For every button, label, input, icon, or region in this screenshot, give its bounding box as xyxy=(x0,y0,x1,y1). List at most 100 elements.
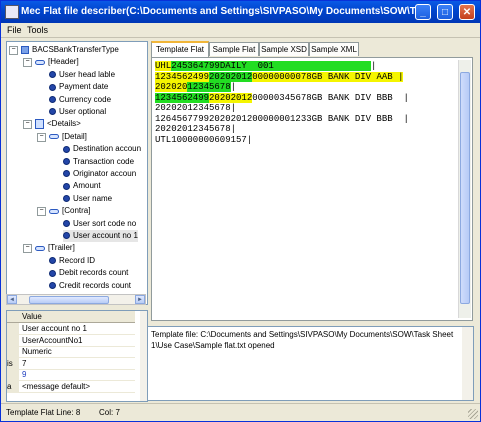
tree-node-currency-code[interactable]: Currency code xyxy=(49,94,111,106)
menu-file[interactable]: File xyxy=(7,25,22,35)
template-editor[interactable]: UHL245364799DAILY 001 | 12345624992020201… xyxy=(151,57,473,321)
tree-node-user-optional[interactable]: User optional xyxy=(49,106,106,118)
log-output[interactable]: Template file: C:\Documents and Settings… xyxy=(147,326,474,401)
property-row[interactable]: Numeric xyxy=(7,346,135,358)
scroll-left-arrow-icon[interactable]: ◄ xyxy=(7,295,17,304)
property-key xyxy=(7,346,19,357)
property-row[interactable]: User account no 1 xyxy=(7,323,135,335)
property-row[interactable]: 9 xyxy=(7,369,135,381)
tree-node-trailer[interactable]: [Trailer] xyxy=(35,242,75,254)
editor-segment: 20202012345678| xyxy=(155,124,237,134)
tree-node-originator-account[interactable]: Originator accoun xyxy=(63,168,136,180)
tree-node-label: User sort code no xyxy=(73,218,137,228)
tree-node-detail[interactable]: [Detail] xyxy=(49,131,87,143)
tree-node-label: Transaction code xyxy=(73,156,135,166)
editor-line[interactable]: UHL245364799DAILY 001 | xyxy=(155,61,376,71)
tab-sample-xsd[interactable]: Sample XSD xyxy=(259,42,309,56)
field-icon xyxy=(49,95,56,103)
tab-template-flat[interactable]: Template Flat xyxy=(151,41,209,57)
editor-line[interactable]: 20202012345678| xyxy=(155,124,236,134)
tree-expander-icon[interactable]: − xyxy=(9,46,18,55)
tree-expander-icon[interactable]: − xyxy=(37,132,46,142)
field-icon xyxy=(63,182,70,190)
editor-segment xyxy=(273,61,372,71)
tree-expander-icon[interactable]: − xyxy=(23,58,32,68)
property-key: a xyxy=(7,380,19,392)
field-icon xyxy=(63,170,70,178)
tree-expander-icon[interactable]: − xyxy=(37,207,46,217)
menu-tools[interactable]: Tools xyxy=(27,25,48,35)
tree-node-label: <Details> xyxy=(47,119,81,129)
resize-grip-icon[interactable] xyxy=(468,409,478,419)
tree-node-header[interactable]: [Header] xyxy=(35,56,79,68)
log-message: Template file: C:\Documents and Settings… xyxy=(151,330,454,350)
editor-line[interactable]: 20202012345678| xyxy=(155,103,236,113)
tab-sample-flat[interactable]: Sample Flat xyxy=(209,42,259,56)
property-grid-scrollbar[interactable] xyxy=(140,311,147,401)
tree-node-label: User head lable xyxy=(59,69,116,79)
editor-segment: 00000000078 xyxy=(252,71,312,82)
tree-node-destination-account[interactable]: Destination accoun xyxy=(63,143,141,155)
field-icon xyxy=(49,281,56,289)
tree-node-payment-date[interactable]: Payment date xyxy=(49,81,108,93)
tree-node-root[interactable]: BACSBankTransferType xyxy=(21,44,119,56)
editor-segment: DAILY 001 xyxy=(219,61,274,71)
property-key xyxy=(7,369,19,380)
tree-expander-icon[interactable]: − xyxy=(23,120,32,130)
editor-line[interactable]: 12345624992020201200000000078GB BANK DIV… xyxy=(155,71,404,82)
editor-scroll-thumb[interactable] xyxy=(460,72,470,304)
tree-node-details[interactable]: <Details> xyxy=(35,118,81,130)
tree-node-label: Credit records count xyxy=(59,280,132,290)
tree-horizontal-scrollbar[interactable]: ◄ ► xyxy=(6,294,146,305)
tree-node-user-account-no-1[interactable]: User account no 1 xyxy=(63,230,138,242)
tree-node-record-id[interactable]: Record ID xyxy=(49,255,95,267)
property-grid-header: Value xyxy=(7,311,135,323)
field-icon xyxy=(63,219,70,227)
property-grid[interactable]: Value User account no 1 UserAccountNo1 Num… xyxy=(6,310,148,402)
tree-node-credit-records-count[interactable]: Credit records count xyxy=(49,280,131,292)
tree-node-transaction-code[interactable]: Transaction code xyxy=(63,156,134,168)
tree-node-user-sort-code[interactable]: User sort code no xyxy=(63,218,136,230)
editor-line[interactable]: 12645677992020201200000001233GB BANK DIV… xyxy=(155,114,409,124)
editor-segment: | xyxy=(230,82,237,92)
schema-tree[interactable]: − BACSBankTransferType − [Header] User head … xyxy=(6,41,148,305)
property-row[interactable]: UserAccountNo1 xyxy=(7,334,135,347)
minimize-button[interactable]: _ xyxy=(415,4,431,20)
editor-line[interactable]: 12345624992020201200000345678GB BANK DIV… xyxy=(155,92,409,103)
tree-node-label: [Header] xyxy=(48,57,79,67)
property-row[interactable]: is 7 xyxy=(7,357,135,370)
tree-node-user-name[interactable]: User name xyxy=(63,193,112,205)
tree-node-contra[interactable]: [Contra] xyxy=(49,205,90,217)
tree-node-label: [Contra] xyxy=(62,206,91,216)
editor-segment: 20202012345678| xyxy=(155,103,237,113)
scroll-thumb[interactable] xyxy=(29,296,109,304)
status-line: Template Flat Line: 8 xyxy=(6,408,81,417)
property-value: 9 xyxy=(22,370,27,379)
scroll-right-arrow-icon[interactable]: ► xyxy=(135,295,145,304)
editor-segment: UTL10000000609157| xyxy=(155,134,253,145)
tree-node-amount[interactable]: Amount xyxy=(63,180,101,192)
close-button[interactable]: ✕ xyxy=(459,4,475,20)
field-icon xyxy=(63,195,70,203)
status-column: Col: 7 xyxy=(99,408,120,417)
property-value-header: Value xyxy=(22,312,42,321)
tree-node-user-head-lable[interactable]: User head lable xyxy=(49,69,115,81)
editor-line[interactable]: 20202012345678| xyxy=(155,82,236,92)
log-scrollbar[interactable] xyxy=(462,327,473,400)
tree-node-label: Record ID xyxy=(59,255,96,265)
tree-node-debit-records-count[interactable]: Debit records count xyxy=(49,267,128,279)
maximize-button[interactable]: □ xyxy=(437,4,453,20)
title-bar[interactable]: Mec Flat file describer(C:\Documents and… xyxy=(1,1,480,23)
app-icon xyxy=(5,5,19,19)
tree-node-label: Debit records count xyxy=(59,268,129,278)
editor-segment: 20202012 xyxy=(209,92,253,103)
tree-node-label: BACSBankTransferType xyxy=(32,45,119,54)
editor-segment: GB BANK DIV AAB xyxy=(311,71,399,82)
root-schema-icon xyxy=(21,45,29,54)
tab-sample-xml[interactable]: Sample XML xyxy=(309,42,359,56)
tree-expander-icon[interactable]: − xyxy=(23,244,32,254)
editor-vertical-scrollbar[interactable] xyxy=(458,60,471,318)
main-window: Mec Flat file describer(C:\Documents and… xyxy=(0,0,481,422)
property-row[interactable]: a <message default> xyxy=(7,380,135,393)
editor-line[interactable]: UTL10000000609157| xyxy=(155,135,252,145)
